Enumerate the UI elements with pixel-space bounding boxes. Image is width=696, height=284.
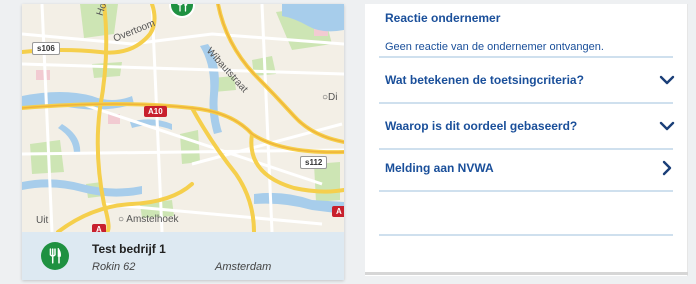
business-card: Hoofdweg Overtoom Wibautstraat ○ Amstelh… (22, 4, 344, 280)
divider (379, 190, 673, 192)
fork-knife-icon (49, 248, 61, 264)
business-info-bar[interactable]: Test bedrijf 1 Rokin 62 Amsterdam (22, 232, 344, 280)
accordion-label: Wat betekenen de toetsingcriteria? (385, 73, 584, 87)
map-canvas (22, 4, 344, 232)
chevron-down-icon (659, 75, 675, 85)
road-shield-s106: s106 (32, 42, 60, 55)
accordion-label: Waarop is dit oordeel gebaseerd? (385, 119, 578, 133)
map-label-di: ○Di (322, 92, 338, 103)
business-icon (41, 242, 69, 270)
map-label-uit: Uit (36, 215, 49, 226)
business-name: Test bedrijf 1 (92, 242, 166, 256)
chevron-down-icon (659, 121, 675, 131)
reaction-text: Geen reactie van de ondernemer ontvangen… (385, 41, 604, 53)
map-view[interactable]: Hoofdweg Overtoom Wibautstraat ○ Amstelh… (22, 4, 344, 235)
accordion-toetsingcriteria[interactable]: Wat betekenen de toetsingcriteria? (379, 58, 677, 102)
business-street: Rokin 62 (92, 261, 136, 273)
accordion-oordeel-gebaseerd[interactable]: Waarop is dit oordeel gebaseerd? (379, 104, 677, 148)
road-shield-a10: A10 (144, 106, 167, 117)
business-city: Amsterdam (215, 261, 272, 273)
link-label: Melding aan NVWA (385, 161, 494, 175)
road-shield-a-right: A (332, 206, 344, 217)
fork-knife-icon (177, 4, 188, 12)
panel-bottom-edge (365, 272, 688, 275)
road-shield-s112: s112 (300, 156, 328, 169)
divider (379, 234, 673, 236)
chevron-right-icon (662, 160, 672, 176)
map-label-amstelhoek: ○ Amstelhoek (118, 214, 179, 225)
link-melding-nvwa[interactable]: Melding aan NVWA (379, 146, 677, 190)
reaction-title: Reactie ondernemer (385, 11, 501, 25)
details-panel: Reactie ondernemer Geen reactie van de o… (365, 4, 688, 276)
